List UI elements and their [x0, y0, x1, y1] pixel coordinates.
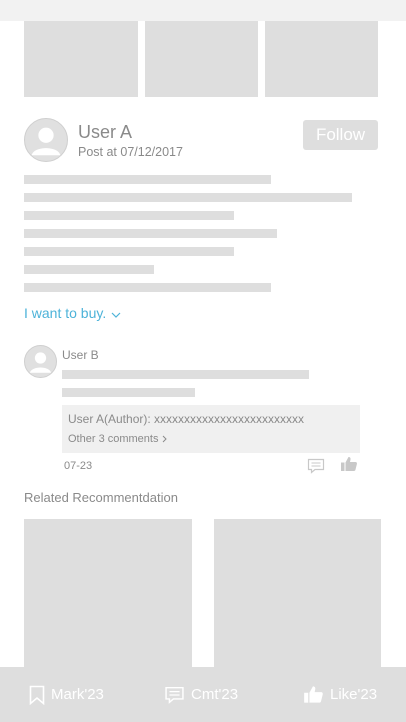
reply-box: User A(Author): xxxxxxxxxxxxxxxxxxxxxxxx… — [62, 405, 360, 453]
comment-like-button[interactable] — [340, 456, 358, 472]
gallery-image-3[interactable] — [265, 21, 378, 97]
comment-text-line — [62, 370, 309, 379]
comment-date: 07-23 — [64, 460, 93, 472]
thumbs-up-icon — [341, 457, 357, 471]
post-text-line — [24, 211, 234, 220]
bottom-action-bar: Mark'23 Cmt'23 Like'23 — [0, 667, 406, 722]
post-date: Post at 07/12/2017 — [78, 145, 183, 159]
mark-button[interactable]: Mark'23 — [29, 667, 104, 722]
thumbs-up-icon — [304, 686, 323, 703]
comment-icon — [165, 686, 184, 704]
author-reply-text: User A(Author): xxxxxxxxxxxxxxxxxxxxxxxx… — [68, 412, 305, 426]
gallery-image-2[interactable] — [145, 21, 258, 97]
like-button[interactable]: Like'23 — [303, 667, 377, 722]
related-card-2[interactable] — [214, 519, 381, 667]
author-name[interactable]: User A — [78, 122, 132, 143]
chevron-down-icon — [111, 312, 121, 318]
post-text-line — [24, 247, 234, 256]
post-text-line — [24, 175, 271, 184]
want-to-buy-label: I want to buy. — [24, 305, 107, 321]
other-comments-link[interactable]: Other 3 comments — [68, 433, 168, 445]
comment-icon — [307, 458, 325, 474]
comment-count: Cmt'23 — [191, 686, 239, 703]
follow-button[interactable]: Follow — [303, 120, 378, 150]
bookmark-icon — [29, 685, 45, 705]
related-section-title: Related Recommentdation — [24, 490, 178, 505]
post-text-line — [24, 265, 154, 274]
want-to-buy-link[interactable]: I want to buy. — [24, 305, 121, 321]
avatar-placeholder-icon — [31, 127, 61, 156]
mark-count: Mark'23 — [51, 686, 104, 703]
commenter-name[interactable]: User B — [62, 348, 99, 362]
comment-text-line — [62, 388, 195, 397]
chevron-right-icon — [163, 435, 168, 443]
other-comments-label: Other 3 comments — [68, 433, 159, 445]
related-card-1[interactable] — [24, 519, 192, 667]
author-avatar[interactable] — [24, 118, 68, 162]
post-text-line — [24, 229, 277, 238]
comment-reply-button[interactable] — [307, 458, 325, 474]
comment-button[interactable]: Cmt'23 — [164, 667, 238, 722]
avatar-placeholder-icon — [29, 352, 52, 373]
post-text-line — [24, 193, 352, 202]
gallery-image-1[interactable] — [24, 21, 138, 97]
post-text-line — [24, 283, 271, 292]
like-count: Like'23 — [330, 686, 378, 703]
top-bar — [0, 0, 406, 21]
commenter-avatar[interactable] — [24, 345, 57, 378]
